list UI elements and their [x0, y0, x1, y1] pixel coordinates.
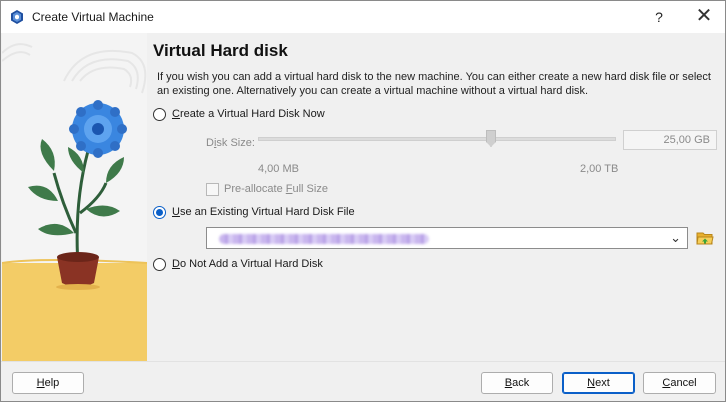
create-new-disk-label[interactable]: Create a Virtual Hard Disk Now	[172, 108, 325, 120]
wizard-page: Virtual Hard disk If you wish you can ad…	[147, 33, 725, 361]
close-button[interactable]: ✕	[689, 1, 719, 33]
help-title-button[interactable]: ?	[646, 1, 672, 33]
use-existing-disk-label[interactable]: Use an Existing Virtual Hard Disk File	[172, 206, 355, 218]
disk-size-slider[interactable]	[258, 137, 616, 141]
disk-size-field[interactable]: 25,00 GB	[623, 130, 717, 150]
disk-size-slider-handle[interactable]	[486, 130, 496, 147]
disk-size-label: Disk Size:	[206, 137, 255, 149]
disk-size-min-label: 4,00 MB	[258, 163, 299, 175]
chevron-down-icon[interactable]: ⌄	[670, 230, 681, 246]
preallocate-checkbox[interactable]	[206, 183, 219, 196]
page-description: If you wish you can add a virtual hard d…	[157, 71, 711, 97]
window-title: Create Virtual Machine	[32, 10, 154, 24]
button-bar: Help Back Next Cancel	[1, 361, 725, 401]
use-existing-disk-radio[interactable]	[153, 206, 166, 219]
title-bar: Create Virtual Machine ? ✕	[1, 1, 725, 33]
help-button[interactable]: Help	[12, 372, 84, 394]
flower-pot-illustration	[2, 33, 147, 361]
folder-open-icon[interactable]	[696, 229, 714, 247]
redacted-file-name	[219, 234, 429, 244]
existing-disk-file-dropdown[interactable]: ⌄	[206, 227, 688, 249]
back-button[interactable]: Back	[481, 372, 553, 394]
preallocate-label[interactable]: Pre-allocate Full Size	[224, 183, 328, 195]
create-new-disk-radio[interactable]	[153, 108, 166, 121]
no-disk-radio[interactable]	[153, 258, 166, 271]
page-title: Virtual Hard disk	[153, 41, 288, 60]
next-button[interactable]: Next	[562, 372, 635, 394]
create-vm-dialog: Create Virtual Machine ? ✕ Virtual Hard …	[0, 0, 726, 402]
virtualbox-icon	[11, 10, 23, 24]
cancel-button[interactable]: Cancel	[643, 372, 716, 394]
disk-size-max-label: 2,00 TB	[580, 163, 619, 175]
wizard-illustration	[2, 33, 147, 361]
no-disk-label[interactable]: Do Not Add a Virtual Hard Disk	[172, 258, 323, 270]
